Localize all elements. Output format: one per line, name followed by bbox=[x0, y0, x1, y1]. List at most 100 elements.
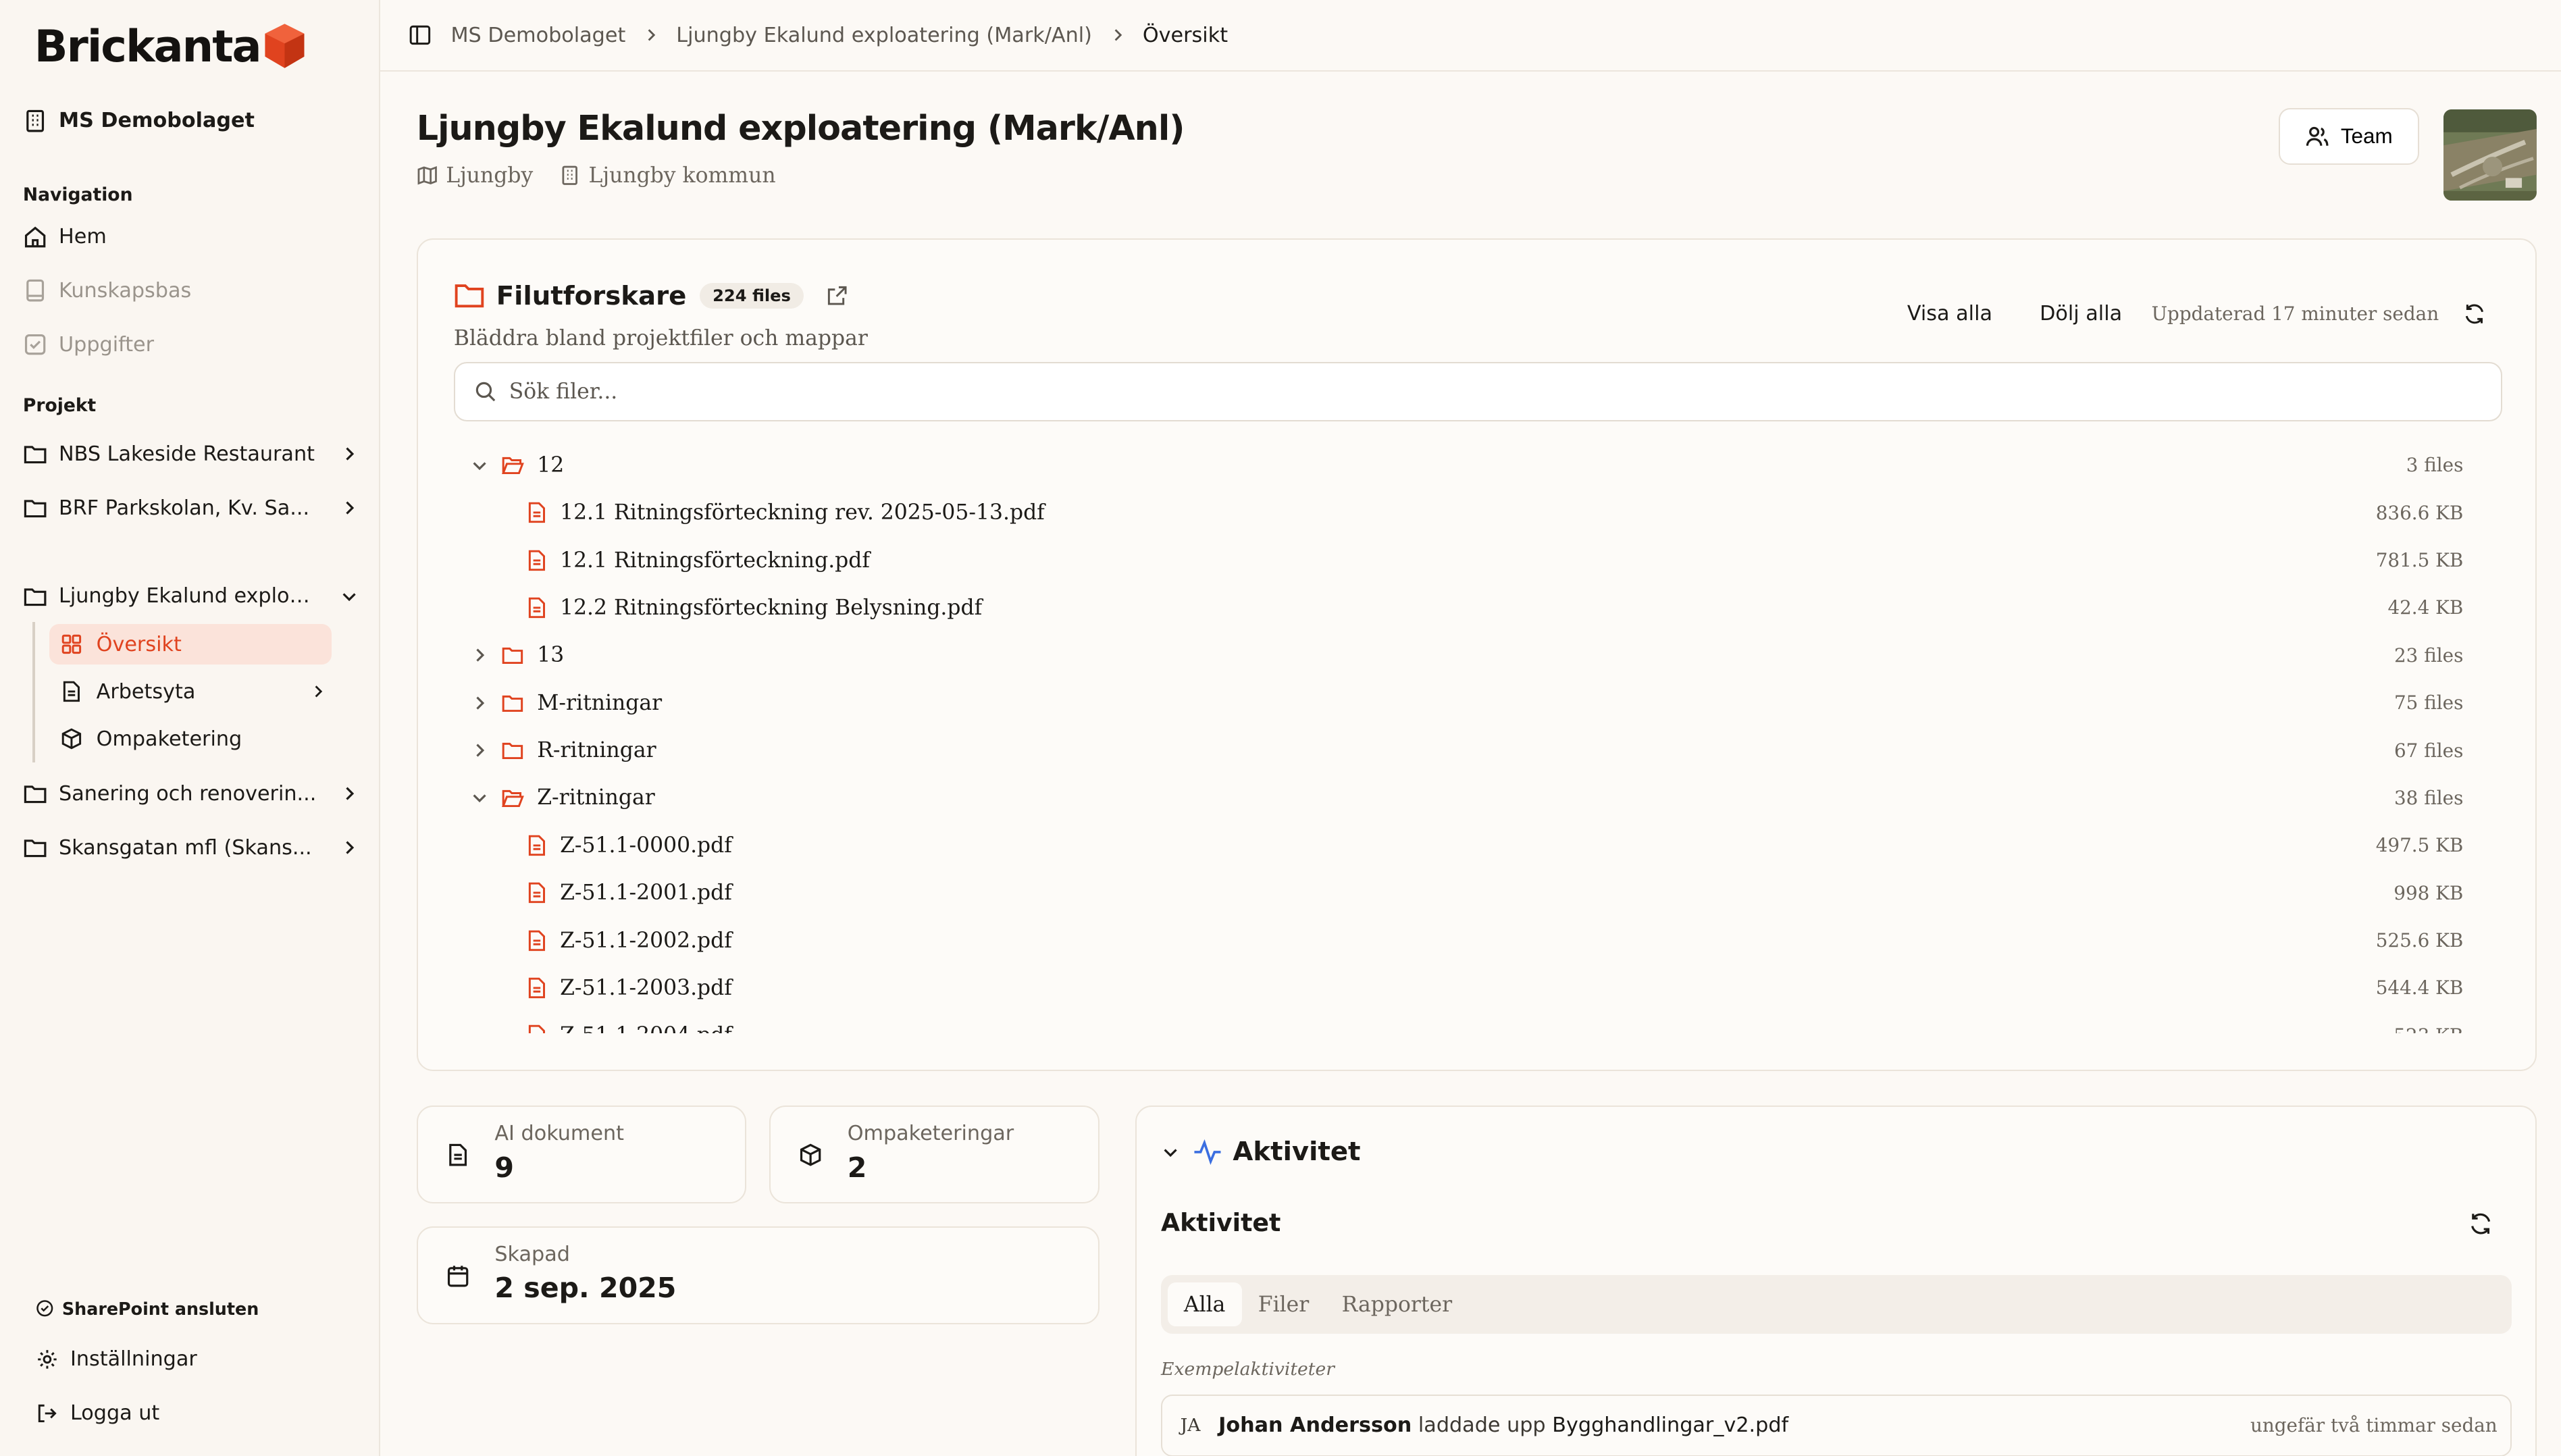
file-size: 781.5 KB bbox=[2375, 549, 2464, 572]
chevron-right-icon[interactable] bbox=[471, 647, 488, 663]
chevron-down-icon[interactable] bbox=[1162, 1144, 1179, 1160]
file-count-badge: 224 files bbox=[699, 283, 804, 309]
sidebar-subitem-repackaging[interactable]: Ompaketering bbox=[49, 719, 332, 759]
breadcrumb-current: Översikt bbox=[1142, 23, 1228, 47]
file-row[interactable]: 12.1 Ritningsförteckning rev. 2025-05-13… bbox=[418, 493, 2535, 532]
tab-files[interactable]: Filer bbox=[1242, 1282, 1326, 1326]
document-icon bbox=[63, 681, 80, 702]
activity-object[interactable]: Bygghandlingar_v2.pdf bbox=[1552, 1413, 1788, 1437]
folder-count: 3 files bbox=[2406, 454, 2464, 477]
sidebar-item-knowledge-base[interactable]: Kunskapsbas bbox=[23, 271, 191, 310]
check-circle-icon bbox=[36, 1300, 53, 1317]
folder-row[interactable]: 13 23 files bbox=[418, 635, 2535, 675]
sidebar-project-skansgatan[interactable]: Skansgatan mfl (Skans... bbox=[23, 828, 358, 867]
file-size: 836.6 KB bbox=[2375, 501, 2464, 524]
project-thumbnail[interactable] bbox=[2443, 109, 2537, 201]
sidebar-toggle-icon[interactable] bbox=[409, 24, 432, 47]
users-icon bbox=[2306, 126, 2329, 146]
external-link-icon[interactable] bbox=[827, 285, 848, 306]
sidebar-project-nbs[interactable]: NBS Lakeside Restaurant bbox=[23, 434, 358, 473]
package-icon bbox=[62, 728, 82, 750]
file-name: Z-51.1-2001.pdf bbox=[560, 881, 732, 906]
file-row[interactable]: Z-51.1-0000.pdf 497.5 KB bbox=[418, 826, 2535, 865]
aerial-photo-image bbox=[2443, 109, 2537, 201]
tab-reports[interactable]: Rapporter bbox=[1325, 1282, 1468, 1326]
sidebar-item-home[interactable]: Hem bbox=[23, 217, 107, 257]
created-stat: Skapad 2 sep. 2025 bbox=[416, 1226, 1100, 1325]
file-name: 12.2 Ritningsförteckning Belysning.pdf bbox=[560, 595, 983, 620]
sidebar-subitem-workspace[interactable]: Arbetsyta bbox=[49, 671, 332, 712]
stat-label: AI dokument bbox=[494, 1122, 624, 1145]
chevron-right-icon[interactable] bbox=[341, 500, 357, 516]
location-text: Ljungby bbox=[446, 163, 534, 188]
project-label: Skansgatan mfl (Skans... bbox=[59, 835, 312, 860]
chevron-right-icon[interactable] bbox=[341, 785, 357, 802]
package-icon bbox=[800, 1143, 821, 1166]
hide-all-button[interactable]: Dölj alla bbox=[2040, 302, 2122, 326]
chevron-down-icon[interactable] bbox=[471, 457, 488, 473]
sidebar-project-sanering[interactable]: Sanering och renoverin... bbox=[23, 774, 358, 813]
chevron-right-icon[interactable] bbox=[471, 742, 488, 758]
chevron-right-icon[interactable] bbox=[341, 839, 357, 856]
pdf-file-icon bbox=[529, 930, 546, 951]
folder-icon bbox=[502, 695, 523, 712]
folder-row[interactable]: 12 3 files bbox=[418, 446, 2535, 485]
nav-section-label: Navigation bbox=[22, 184, 133, 206]
folder-icon bbox=[24, 500, 47, 518]
chevron-right-icon[interactable] bbox=[341, 446, 357, 462]
file-row[interactable]: Z-51.1-2004.pdf 523 KB bbox=[418, 1016, 2535, 1034]
activity-header[interactable]: Aktivitet bbox=[1162, 1137, 1361, 1168]
sidebar-item-label: Kunskapsbas bbox=[59, 278, 192, 303]
file-row[interactable]: 12.2 Ritningsförteckning Belysning.pdf 42… bbox=[418, 588, 2535, 627]
sidebar-project-ljungby[interactable]: Ljungby Ekalund exploa... bbox=[23, 577, 358, 616]
avatar: JA bbox=[1180, 1415, 1201, 1436]
chevron-down-icon[interactable] bbox=[471, 789, 488, 806]
org-switcher[interactable]: MS Demobolaget bbox=[23, 101, 255, 140]
file-size: 523 KB bbox=[2394, 1024, 2463, 1034]
pdf-file-icon bbox=[529, 835, 546, 856]
activity-action: laddade upp bbox=[1418, 1413, 1546, 1438]
file-explorer-header: Filutforskare 224 files bbox=[454, 281, 848, 311]
sidebar-project-brf[interactable]: BRF Parkskolan, Kv. Sa... bbox=[23, 488, 358, 527]
breadcrumb-project[interactable]: Ljungby Ekalund exploatering (Mark/Anl) bbox=[676, 24, 1092, 47]
file-explorer-card: Filutforskare 224 files Bläddra bland pr… bbox=[416, 238, 2537, 1072]
brick-logo-icon bbox=[265, 24, 305, 68]
file-size: 42.4 KB bbox=[2387, 596, 2464, 619]
settings-link[interactable]: Inställningar bbox=[36, 1347, 197, 1371]
logout-link[interactable]: Logga ut bbox=[36, 1401, 159, 1425]
sidebar-item-tasks[interactable]: Uppgifter bbox=[23, 325, 154, 364]
file-row[interactable]: Z-51.1-2003.pdf 544.4 KB bbox=[418, 968, 2535, 1008]
folder-name: 13 bbox=[537, 643, 565, 668]
activity-title: Aktivitet bbox=[1233, 1137, 1361, 1168]
file-tree: 12 3 files 12.1 Ritningsförteckning rev. 2… bbox=[418, 439, 2535, 1034]
file-row[interactable]: Z-51.1-2002.pdf 525.6 KB bbox=[418, 921, 2535, 960]
file-row[interactable]: 12.1 Ritningsförteckning.pdf 781.5 KB bbox=[418, 541, 2535, 580]
folder-row[interactable]: Z-ritningar 38 files bbox=[418, 778, 2535, 817]
book-icon bbox=[26, 280, 44, 302]
activity-user: Johan Andersson bbox=[1218, 1413, 1412, 1438]
file-search-input[interactable]: Sök filer... bbox=[453, 362, 2502, 421]
tab-all[interactable]: Alla bbox=[1167, 1282, 1242, 1327]
folder-icon bbox=[24, 785, 47, 804]
folder-name: Z-ritningar bbox=[537, 785, 655, 810]
show-all-button[interactable]: Visa alla bbox=[1907, 302, 1992, 326]
refresh-icon[interactable] bbox=[2468, 1212, 2493, 1236]
chevron-right-icon bbox=[648, 29, 656, 41]
refresh-icon[interactable] bbox=[2463, 303, 2486, 326]
logout-icon bbox=[38, 1404, 57, 1422]
subitem-label: Arbetsyta bbox=[96, 679, 196, 704]
file-row[interactable]: Z-51.1-2001.pdf 998 KB bbox=[418, 873, 2535, 912]
file-name: 12.1 Ritningsförteckning.pdf bbox=[560, 548, 871, 573]
chevron-down-icon[interactable] bbox=[341, 588, 357, 604]
folder-row[interactable]: M-ritningar 75 files bbox=[418, 683, 2535, 723]
team-button[interactable]: Team bbox=[2278, 107, 2419, 165]
chevron-right-icon[interactable] bbox=[471, 695, 488, 711]
folder-icon bbox=[502, 648, 523, 665]
sidebar-subitem-overview[interactable]: Översikt bbox=[49, 623, 332, 665]
file-name: 12.1 Ritningsförteckning rev. 2025-05-13… bbox=[560, 500, 1045, 525]
brand-logo[interactable]: Brickanta bbox=[34, 21, 307, 72]
breadcrumb-org[interactable]: MS Demobolaget bbox=[450, 24, 625, 47]
chevron-right-icon[interactable] bbox=[311, 684, 326, 699]
activity-item[interactable]: JA Johan Andersson laddade upp Bygghandl… bbox=[1161, 1394, 2512, 1456]
folder-row[interactable]: R-ritningar 67 files bbox=[418, 731, 2535, 770]
